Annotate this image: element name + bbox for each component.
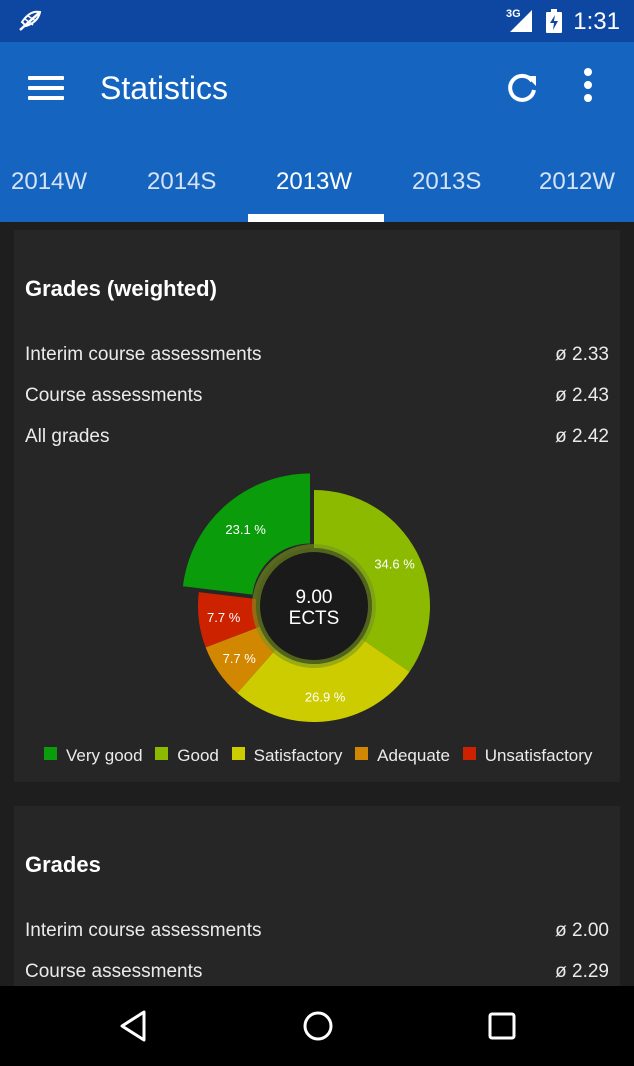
app-bar: Statistics 2014W 2014S 2013W 2013S 2012W bbox=[0, 42, 634, 222]
stat-value: ø 2.29 bbox=[555, 961, 609, 982]
slice-label-good: 34.6 % bbox=[374, 557, 415, 572]
status-clock: 1:31 bbox=[573, 8, 620, 35]
legend-label: Unsatisfactory bbox=[484, 746, 593, 765]
chart-center-unit: ECTS bbox=[289, 608, 340, 629]
slice-label-adequate: 7.7 % bbox=[223, 651, 257, 666]
chart-center-value: 9.00 bbox=[296, 587, 333, 608]
tab-2012w[interactable]: 2012W bbox=[539, 168, 615, 196]
tab-indicator bbox=[248, 214, 384, 222]
slice-label-unsatisfactory: 7.7 % bbox=[207, 610, 241, 625]
stat-label: Course assessments bbox=[25, 385, 203, 406]
navigation-bar bbox=[0, 986, 634, 1066]
grades-card: Grades Interim course assessments ø 2.00… bbox=[14, 806, 620, 1006]
card-title: Grades bbox=[25, 852, 101, 877]
battery-icon bbox=[546, 9, 562, 38]
weighted-grades-card: Grades (weighted) Interim course assessm… bbox=[14, 230, 620, 782]
slice-label-very-good: 23.1 % bbox=[225, 522, 266, 537]
stat-row: Course assessments ø 2.29 bbox=[25, 961, 609, 983]
stat-row: Course assessments ø 2.43 bbox=[25, 385, 609, 407]
stat-row: Interim course assessments ø 2.00 bbox=[25, 920, 609, 942]
tab-2014w[interactable]: 2014W bbox=[11, 168, 87, 196]
legend-label: Very good bbox=[66, 746, 143, 765]
stat-row: All grades ø 2.42 bbox=[25, 426, 609, 448]
legend-item-adequate: Adequate bbox=[355, 746, 450, 766]
grades-donut-chart: 34.6 % 26.9 % 7.7 % 7.7 % 23.1 % 9.00ECTS bbox=[182, 473, 430, 722]
page-title: Statistics bbox=[100, 70, 229, 106]
status-bar: 3G 1:31 bbox=[0, 0, 634, 42]
stat-label: Course assessments bbox=[25, 961, 203, 982]
stat-label: Interim course assessments bbox=[25, 920, 262, 941]
refresh-icon[interactable] bbox=[502, 68, 542, 108]
stat-value: ø 2.00 bbox=[555, 920, 609, 941]
back-icon[interactable] bbox=[116, 1008, 150, 1049]
legend-item-satisfactory: Satisfactory bbox=[231, 746, 343, 766]
legend-item-unsatisfactory: Unsatisfactory bbox=[462, 746, 593, 766]
signal-icon bbox=[510, 10, 534, 37]
slice-label-satisfactory: 26.9 % bbox=[305, 689, 346, 704]
tab-2013s[interactable]: 2013S bbox=[412, 168, 481, 196]
stat-value: ø 2.42 bbox=[555, 426, 609, 447]
card-title: Grades (weighted) bbox=[25, 276, 217, 301]
home-icon[interactable] bbox=[300, 1008, 336, 1049]
legend-item-good: Good bbox=[155, 746, 219, 766]
more-vert-icon[interactable] bbox=[576, 68, 600, 108]
menu-icon[interactable] bbox=[28, 76, 64, 102]
stat-value: ø 2.33 bbox=[555, 344, 609, 365]
chart-legend: Very good Good Satisfactory Adequate Uns… bbox=[44, 746, 600, 766]
stat-label: Interim course assessments bbox=[25, 344, 262, 365]
legend-label: Good bbox=[177, 746, 219, 765]
legend-item-very-good: Very good bbox=[44, 746, 143, 766]
app-notification-icon bbox=[16, 8, 44, 39]
tab-2014s[interactable]: 2014S bbox=[147, 168, 216, 196]
year-tabs: 2014W 2014S 2013W 2013S 2012W bbox=[0, 150, 634, 222]
stat-value: ø 2.43 bbox=[555, 385, 609, 406]
legend-label: Satisfactory bbox=[253, 746, 343, 765]
stat-label: All grades bbox=[25, 426, 110, 447]
recents-icon[interactable] bbox=[486, 1008, 518, 1049]
tab-2013w[interactable]: 2013W bbox=[276, 168, 352, 196]
stat-row: Interim course assessments ø 2.33 bbox=[25, 344, 609, 366]
legend-label: Adequate bbox=[377, 746, 450, 765]
